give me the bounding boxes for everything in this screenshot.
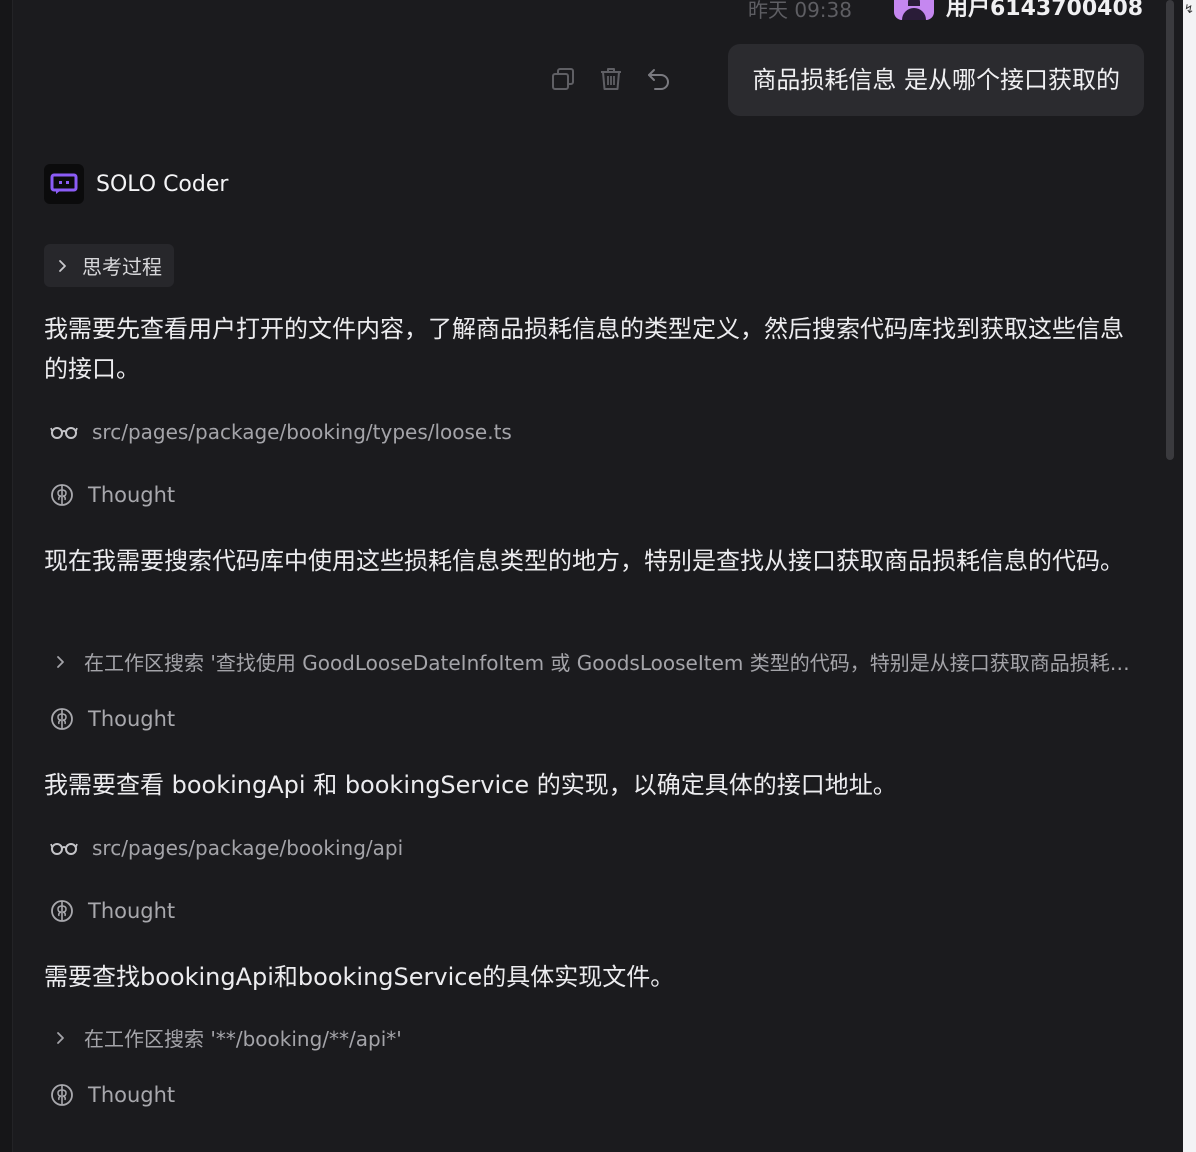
file-read-step[interactable]: src/pages/package/booking/api <box>50 836 403 860</box>
username: 用户6143700408 <box>946 0 1144 21</box>
chevron-right-icon <box>56 259 68 273</box>
glasses-icon <box>50 840 78 856</box>
thought-label: Thought <box>88 1083 176 1107</box>
thought-step[interactable]: Thought <box>50 707 175 731</box>
thinking-process-label: 思考过程 <box>82 255 162 279</box>
file-path: src/pages/package/booking/api <box>92 836 404 860</box>
adjacent-pane: ↯ <box>1183 0 1196 1152</box>
thought-label: Thought <box>88 707 176 731</box>
chat-scrollbar[interactable] <box>1164 0 1174 1152</box>
thinking-process-toggle[interactable]: 思考过程 <box>44 244 174 287</box>
message-timestamp: 昨天 09:38 <box>748 0 852 22</box>
agent-paragraph: 我需要查看 bookingApi 和 bookingService 的实现，以确… <box>44 771 897 799</box>
agent-paragraph: 我需要先查看用户打开的文件内容，了解商品损耗信息的类型定义，然后搜索代码库找到获… <box>44 315 1124 383</box>
message-header: 昨天 09:38 用户6143700408 <box>700 0 1150 22</box>
file-path: src/pages/package/booking/types/loose.ts <box>92 420 512 444</box>
brain-icon <box>50 707 74 731</box>
user-message-bubble: 商品损耗信息 是从哪个接口获取的 <box>728 44 1144 116</box>
thought-step[interactable]: Thought <box>50 1083 175 1107</box>
brain-icon <box>50 1083 74 1107</box>
thought-step[interactable]: Thought <box>50 483 175 507</box>
agent-paragraph: 现在我需要搜索代码库中使用这些损耗信息类型的地方，特别是查找从接口获取商品损耗信… <box>44 547 1124 575</box>
chevron-right-icon <box>54 1031 66 1045</box>
workspace-search-step[interactable]: 在工作区搜索 '查找使用 GoodLooseDateInfoItem 或 Goo… <box>54 647 1134 676</box>
undo-icon[interactable] <box>644 64 674 94</box>
brain-icon <box>50 899 74 923</box>
search-query: 在工作区搜索 '查找使用 GoodLooseDateInfoItem 或 Goo… <box>84 651 1134 675</box>
thought-label: Thought <box>88 899 176 923</box>
copy-icon[interactable] <box>548 64 578 94</box>
workspace-search-step[interactable]: 在工作区搜索 '**/booking/**/api*' <box>54 1023 1134 1052</box>
brain-icon <box>50 483 74 507</box>
left-gutter <box>0 0 13 1152</box>
message-actions <box>548 64 674 94</box>
glasses-icon <box>50 424 78 440</box>
thought-label: Thought <box>88 483 176 507</box>
scrollbar-thumb[interactable] <box>1166 0 1174 460</box>
search-query: 在工作区搜索 '**/booking/**/api*' <box>84 1027 402 1051</box>
agent-name: SOLO Coder <box>96 171 229 197</box>
chevron-right-icon <box>54 655 66 669</box>
user-avatar <box>894 0 934 20</box>
pane-corner-icon: ↯ <box>1184 2 1195 16</box>
file-read-step[interactable]: src/pages/package/booking/types/loose.ts <box>50 420 512 444</box>
user-message-row: 商品损耗信息 是从哪个接口获取的 <box>548 44 1144 116</box>
solo-coder-logo-icon <box>44 164 84 204</box>
agent-paragraph: 需要查找bookingApi和bookingService的具体实现文件。 <box>44 963 675 991</box>
agent-header: SOLO Coder <box>44 164 228 204</box>
trash-icon[interactable] <box>596 64 626 94</box>
thought-step[interactable]: Thought <box>50 899 175 923</box>
